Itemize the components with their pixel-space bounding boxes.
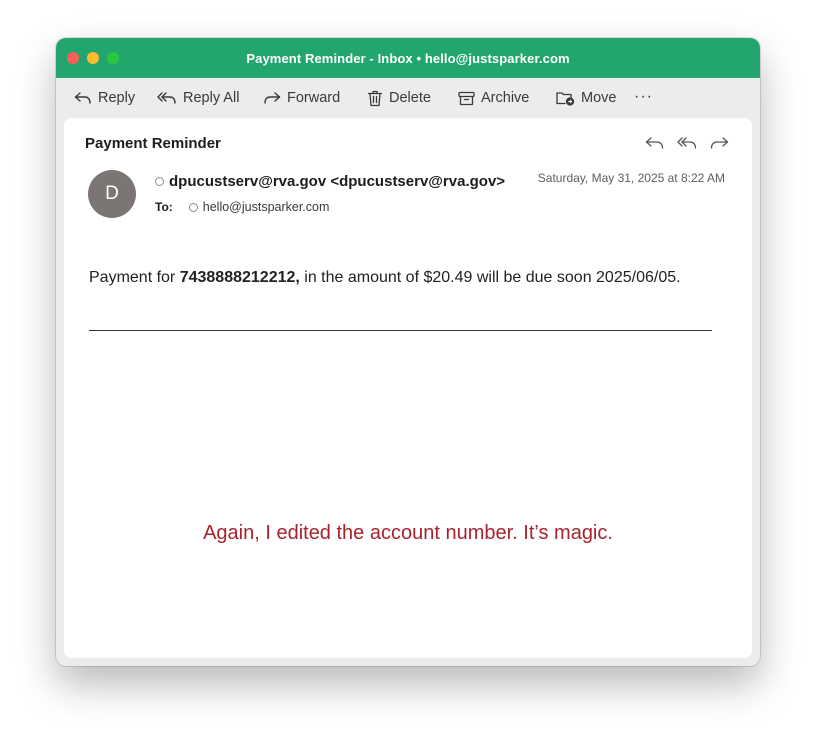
- reply-icon: [74, 92, 91, 104]
- reply-all-button[interactable]: Reply All: [157, 78, 239, 118]
- move-folder-icon: [556, 92, 575, 106]
- forward-icon[interactable]: [708, 134, 730, 152]
- sender-line: dpucustserv@rva.gov <dpucustserv@rva.gov…: [155, 173, 505, 190]
- reply-label: Reply: [98, 90, 136, 106]
- forward-label: Forward: [287, 90, 341, 106]
- message-date: Saturday, May 31, 2025 at 8:22 AM: [537, 171, 725, 185]
- forward-icon: [264, 92, 281, 104]
- reply-all-icon: [157, 92, 176, 104]
- window-title: Payment Reminder - Inbox • hello@justspa…: [246, 51, 570, 66]
- reply-all-icon[interactable]: [676, 134, 698, 152]
- delete-button[interactable]: Delete: [367, 78, 431, 118]
- toolbar: Reply Reply All Forward Delete Archive M…: [56, 78, 760, 118]
- title-bar[interactable]: Payment Reminder - Inbox • hello@justspa…: [56, 38, 760, 78]
- body-prefix: Payment for: [89, 269, 180, 286]
- recipient-status-icon: [188, 202, 198, 212]
- message-viewer: Payment Reminder D dpucustserv@rva.gov <…: [64, 118, 752, 658]
- to-label: To:: [155, 200, 173, 214]
- delete-label: Delete: [389, 90, 431, 106]
- reply-button[interactable]: Reply: [74, 78, 135, 118]
- move-label: Move: [581, 90, 617, 106]
- body-suffix: in the amount of $20.49 will be due soon…: [299, 269, 681, 286]
- sender-address[interactable]: dpucustserv@rva.gov <dpucustserv@rva.gov…: [169, 173, 505, 190]
- archive-icon: [458, 91, 475, 105]
- sender-avatar[interactable]: D: [88, 170, 136, 218]
- message-actions: [644, 134, 730, 152]
- reply-all-label: Reply All: [183, 90, 240, 106]
- move-button[interactable]: Move: [556, 78, 616, 118]
- more-actions-button[interactable]: ···: [634, 88, 653, 106]
- forward-button[interactable]: Forward: [263, 78, 340, 118]
- mail-window: Payment Reminder - Inbox • hello@justspa…: [56, 38, 760, 666]
- message-subject: Payment Reminder: [85, 135, 221, 152]
- recipient-address[interactable]: hello@justsparker.com: [203, 200, 330, 214]
- archive-label: Archive: [481, 90, 530, 106]
- annotation-caption: Again, I edited the account number. It’s…: [203, 522, 613, 544]
- divider: [89, 330, 712, 331]
- sender-status-icon: [155, 177, 164, 186]
- reply-icon[interactable]: [644, 134, 666, 152]
- account-number: 7438888212212,: [179, 269, 300, 286]
- trash-icon: [367, 90, 383, 106]
- archive-button[interactable]: Archive: [458, 78, 529, 118]
- recipient-line: To: hello@justsparker.com: [155, 200, 329, 214]
- message-body: Payment for 7438888212212, in the amount…: [89, 269, 681, 287]
